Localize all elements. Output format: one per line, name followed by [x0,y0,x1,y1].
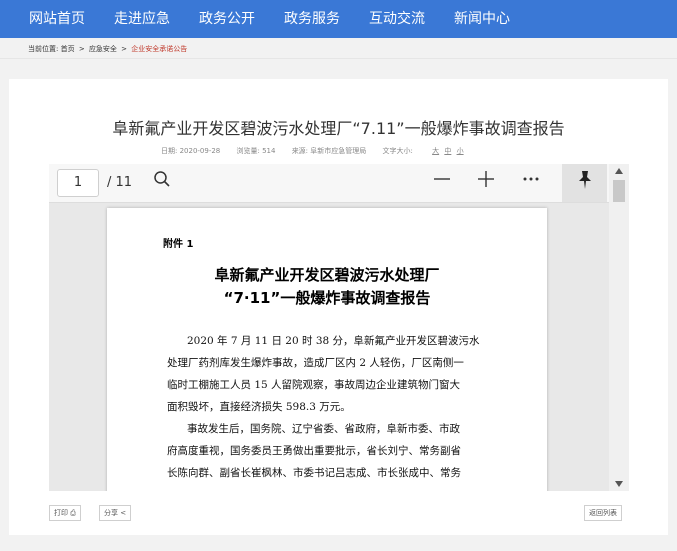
article-meta: 日期: 2020-09-28 浏览量: 514 来源: 阜新市应急管理局 文字大… [161,146,478,156]
back-to-list-button[interactable]: 返回列表 [584,505,622,521]
document-line: 处理厂药剂库发生爆炸事故，造成厂区内 2 人轻伤，厂区南侧一 [167,357,464,369]
document-title-line-2: “7·11”一般爆炸事故调查报告 [223,289,431,307]
document-line: 事故发生后，国务院、辽宁省委、省政府，阜新市委、市政 [187,423,460,435]
nav-item-gov-open[interactable]: 政务公开 [199,10,255,28]
pdf-toolbar: 1 / 11 [49,164,629,203]
article-date: 日期: 2020-09-28 [161,147,221,155]
document-line: 长陈向群、副省长崔枫林、市委书记吕志成、市长张成中、常务 [167,467,461,479]
nav-item-home[interactable]: 网站首页 [29,10,85,28]
pdf-page: 附件 1 阜新氟产业开发区碧波污水处理厂 “7·11”一般爆炸事故调查报告 20… [107,208,547,491]
breadcrumb-prefix: 当前位置: [28,45,59,53]
page-total: / 11 [107,175,133,190]
document-line: 面积毁坏，直接经济损失 598.3 万元。 [167,401,351,413]
breadcrumb: 当前位置: 首页 > 应急安全 > 企业安全承诺公告 [28,44,187,54]
breadcrumb-divider [0,58,677,59]
pin-button[interactable] [562,164,607,202]
nav-item-gov-service[interactable]: 政务服务 [284,10,340,28]
print-button[interactable]: 打印 ⎙ [49,505,81,521]
minus-icon[interactable] [433,170,451,195]
nav-item-news[interactable]: 新闻中心 [454,10,510,28]
print-label: 打印 [54,509,68,517]
share-label: 分享 [104,509,118,517]
document-line: 2020 年 7 月 11 日 20 时 38 分，阜新氟产业开发区碧波污水 [187,335,480,347]
share-icon: < [120,509,127,517]
document-line: 府高度重视，国务委员王勇做出重要批示，省长刘宁、常务副省 [167,445,461,457]
document-line: 临时工棚施工人员 15 人留院观察，事故周边企业建筑物门窗大 [167,379,461,391]
breadcrumb-home[interactable]: 首页 [61,45,75,53]
scroll-up-icon[interactable] [615,168,623,174]
breadcrumb-separator: > [78,45,85,53]
breadcrumb-emergency[interactable]: 应急安全 [89,45,117,53]
viewer-scrollbar[interactable] [609,164,629,491]
search-icon[interactable] [153,170,171,195]
printer-icon: ⎙ [70,509,76,517]
article-views: 浏览量: 514 [236,147,276,155]
share-button[interactable]: 分享 < [99,505,132,521]
pin-icon [576,170,594,197]
font-size-control: 文字大小: 大 中 小 [383,147,464,155]
article-source: 来源: 阜新市应急管理局 [291,147,367,155]
breadcrumb-current[interactable]: 企业安全承诺公告 [131,45,187,53]
breadcrumb-separator: > [121,45,128,53]
page-number-input[interactable]: 1 [57,169,99,197]
more-icon[interactable] [522,170,540,195]
article-card: 阜新氟产业开发区碧波污水处理厂“7.11”一般爆炸事故调查报告 日期: 2020… [9,79,668,535]
font-size-large[interactable]: 大 [432,147,439,155]
top-nav: 网站首页 走进应急 政务公开 政务服务 互动交流 新闻中心 [0,0,677,38]
plus-icon[interactable] [477,170,495,195]
article-title: 阜新氟产业开发区碧波污水处理厂“7.11”一般爆炸事故调查报告 [112,119,565,138]
nav-item-about[interactable]: 走进应急 [114,10,170,28]
font-size-medium[interactable]: 中 [444,147,451,155]
font-size-label: 文字大小: [382,147,413,155]
font-size-small[interactable]: 小 [457,147,464,155]
attachment-label: 附件 1 [163,239,194,250]
scroll-down-icon[interactable] [615,481,623,487]
nav-item-interaction[interactable]: 互动交流 [369,10,425,28]
document-title-line-1: 阜新氟产业开发区碧波污水处理厂 [214,266,440,284]
scroll-thumb[interactable] [613,180,625,202]
pdf-viewer: 1 / 11 附件 1 阜新氟产业开发区碧波污水处理厂 “7·11”一般爆炸事故… [49,164,629,491]
